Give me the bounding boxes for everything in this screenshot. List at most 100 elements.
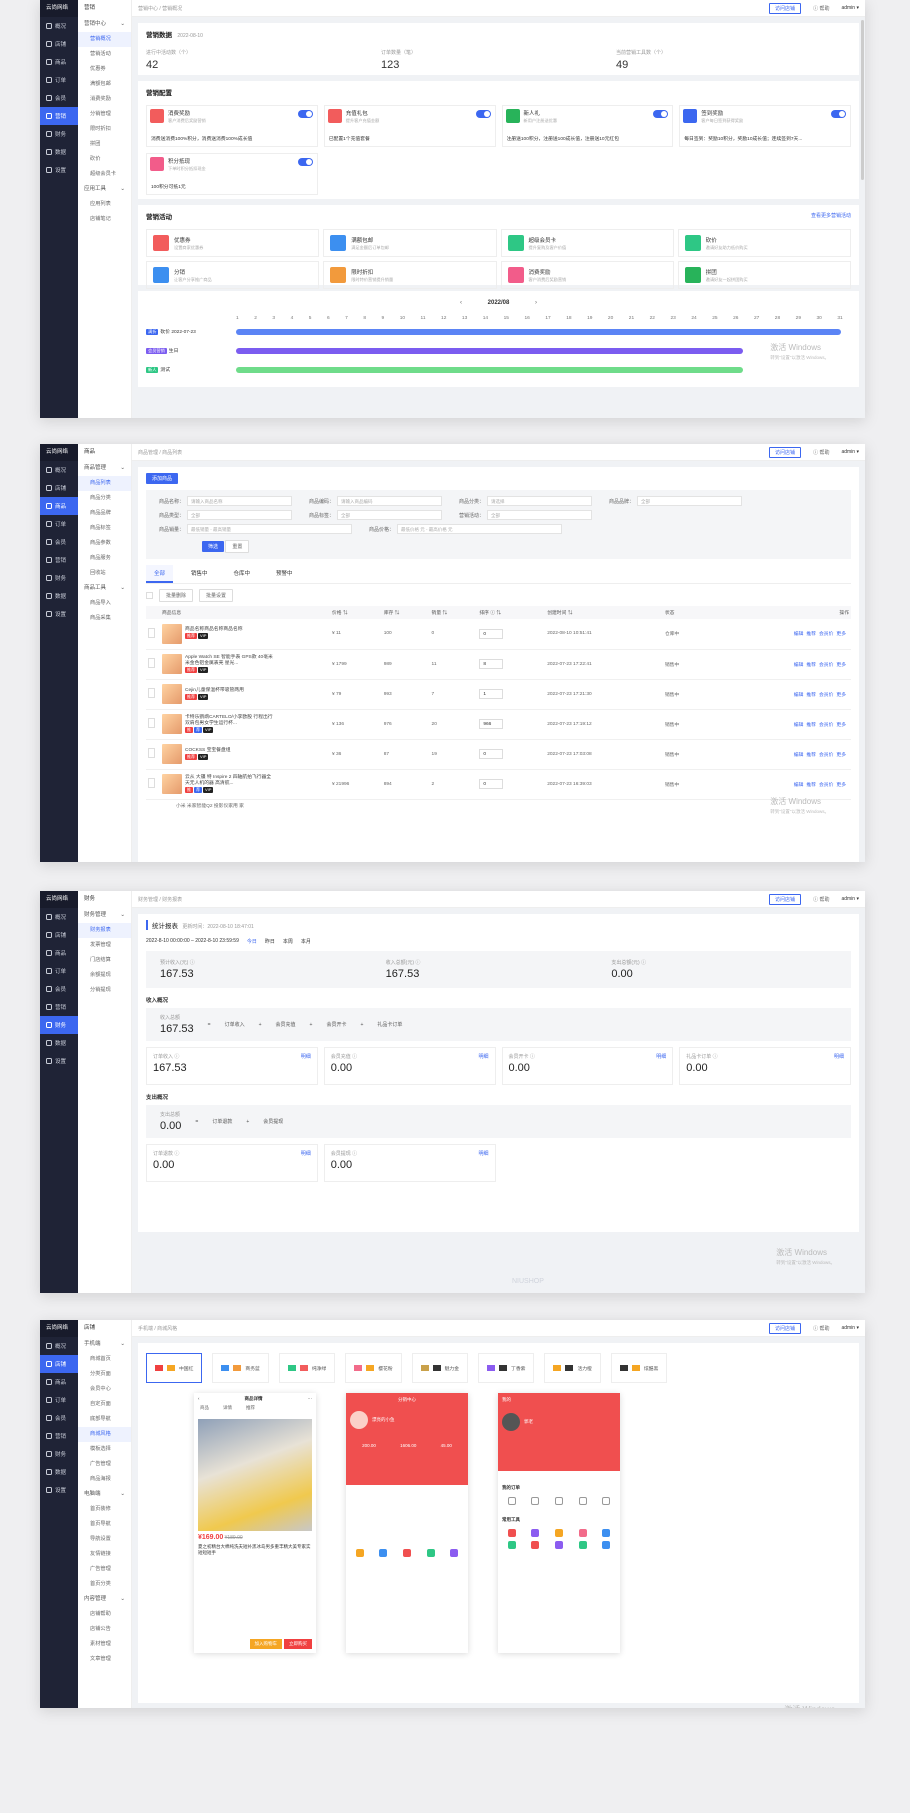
sub-item[interactable]: 商品标签	[78, 521, 131, 536]
admin-menu[interactable]: admin ▾	[841, 449, 859, 455]
row-action-link[interactable]: 推荐	[806, 693, 816, 698]
visit-shop-button[interactable]: 访问店铺	[769, 893, 802, 905]
quick-month[interactable]: 本月	[301, 938, 311, 945]
theme-option[interactable]: 樱花粉	[345, 1353, 402, 1383]
goods-name-text[interactable]: 商品名称商品名称商品名称	[185, 627, 243, 632]
config-card[interactable]: 充值礼包 提升客户充值金额 已配置1个充值套餐	[323, 105, 496, 147]
sub-item[interactable]: 余额提现	[78, 968, 131, 983]
activity-card[interactable]: 限时折扣 限时特价营销提升销量	[323, 261, 497, 289]
theme-option[interactable]: 活力橙	[544, 1353, 601, 1383]
nav-item-overview[interactable]: 概况	[40, 1337, 78, 1355]
sub-item[interactable]: 首页装修	[78, 1502, 131, 1517]
nav-item-overview[interactable]: 概况	[40, 17, 78, 35]
activity-card[interactable]: 分销 让客户分享推广商品	[146, 261, 320, 289]
sub-item[interactable]: 文章管理	[78, 1652, 131, 1667]
detail-link[interactable]: 明细	[301, 1150, 311, 1157]
gantt-bar[interactable]	[236, 348, 744, 354]
activity-card[interactable]: 超级会员卡 提升复购及客户价值	[500, 229, 674, 257]
row-action-link[interactable]: 推荐	[806, 723, 816, 728]
sub-item[interactable]: 商品分类	[78, 491, 131, 506]
sub-group-tools[interactable]: 应用工具 ⌄	[78, 182, 131, 197]
help-link[interactable]: ⓘ 帮助	[813, 5, 829, 12]
config-toggle[interactable]	[297, 110, 313, 118]
visit-shop-button[interactable]: 访问店铺	[769, 2, 802, 14]
activity-card[interactable]: 满额包邮 满足金额后订单包邮	[323, 229, 497, 257]
activity-card[interactable]: 消费奖励 客户消费后奖励营销	[500, 261, 674, 289]
nav-item-members[interactable]: 会员	[40, 533, 78, 551]
sub-group-marketing[interactable]: 营销中心 ⌄	[78, 17, 131, 32]
sub-item[interactable]: 营销概况	[78, 32, 131, 47]
admin-menu[interactable]: admin ▾	[841, 5, 859, 11]
activity-card[interactable]: 拼团 邀请好友一起拼团购买	[677, 261, 851, 289]
nav-item-goods[interactable]: 商品	[40, 944, 78, 962]
type-select[interactable]: 全部	[187, 510, 292, 520]
nav-item-finance[interactable]: 财务	[40, 569, 78, 587]
row-action-link[interactable]: 推荐	[806, 753, 816, 758]
quick-yesterday[interactable]: 昨日	[265, 938, 275, 945]
nav-item-data[interactable]: 数据	[40, 1463, 78, 1481]
sub-item[interactable]: 砍价	[78, 152, 131, 167]
row-action-link[interactable]: 更多	[836, 632, 846, 637]
nav-item-orders[interactable]: 订单	[40, 515, 78, 533]
theme-option[interactable]: 魅力金	[411, 1353, 469, 1383]
scrollbar[interactable]	[861, 20, 864, 180]
nav-item-settings[interactable]: 设置	[40, 605, 78, 623]
nav-item-shop[interactable]: 店铺	[40, 926, 78, 944]
sub-item[interactable]: 商品采集	[78, 611, 131, 626]
config-card[interactable]: 消费奖励 客户消费后奖励营销 消费送消费100%积分，消费送消费100%成长值	[146, 105, 318, 147]
row-checkbox[interactable]	[148, 778, 155, 788]
sub-item[interactable]: 回收站	[78, 566, 131, 581]
sub-item[interactable]: 发票管理	[78, 938, 131, 953]
sub-group-tools[interactable]: 商品工具 ⌄	[78, 581, 131, 596]
sort-input[interactable]: 0	[479, 779, 504, 789]
col-sort[interactable]: 排序 ⓘ ⇅	[477, 606, 546, 619]
admin-menu[interactable]: admin ▾	[841, 1325, 859, 1331]
config-toggle[interactable]	[475, 110, 491, 118]
price-range-input[interactable]: 最低价格 元 - 最高价格 元	[397, 524, 562, 534]
add-goods-button[interactable]: 添加商品	[146, 473, 179, 484]
row-action-link[interactable]: 更多	[836, 723, 846, 728]
goods-code-input[interactable]: 请输入商品编码	[337, 496, 442, 506]
category-select[interactable]: 请选择	[487, 496, 592, 506]
row-action-link[interactable]: 推荐	[806, 663, 816, 668]
sub-item[interactable]: 素材管理	[78, 1637, 131, 1652]
config-toggle[interactable]	[297, 158, 313, 166]
sub-item[interactable]: 消费奖励	[78, 92, 131, 107]
sub-item[interactable]: 商城风格	[78, 1427, 131, 1442]
nav-item-marketing[interactable]: 营销	[40, 998, 78, 1016]
row-checkbox[interactable]	[148, 748, 155, 758]
nav-item-data[interactable]: 数据	[40, 1034, 78, 1052]
help-link[interactable]: ⓘ 帮助	[813, 896, 829, 903]
nav-item-goods[interactable]: 商品	[40, 497, 78, 515]
nav-item-marketing[interactable]: 营销	[40, 107, 78, 125]
nav-item-overview[interactable]: 概况	[40, 908, 78, 926]
select-all-checkbox[interactable]	[146, 592, 153, 599]
nav-item-shop[interactable]: 店铺	[40, 479, 78, 497]
activity-card[interactable]: 砍价 邀请好友助力低价购买	[677, 229, 851, 257]
sub-item[interactable]: 商品导入	[78, 596, 131, 611]
row-action-link[interactable]: 会员价	[819, 693, 833, 698]
goods-name-text[interactable]: Apple Watch SE 智能手表 GPS款 40毫米米金色铝金属表壳 星光…	[185, 655, 273, 666]
sub-item[interactable]: 拼团	[78, 137, 131, 152]
row-action-link[interactable]: 会员价	[819, 783, 833, 788]
detail-link[interactable]: 明细	[301, 1053, 311, 1060]
filter-button[interactable]: 筛选	[202, 541, 225, 552]
help-link[interactable]: ⓘ 帮助	[813, 1325, 829, 1332]
sub-item[interactable]: 优惠券	[78, 62, 131, 77]
col-price[interactable]: 价格 ⇅	[330, 606, 382, 619]
detail-link[interactable]: 明细	[834, 1053, 844, 1060]
goods-name-text[interactable]: Cejin儿童保温杯带吸管两用	[185, 688, 244, 693]
sub-item[interactable]: 营销活动	[78, 47, 131, 62]
sort-input[interactable]: 966	[479, 719, 504, 729]
row-action-link[interactable]: 更多	[836, 663, 846, 668]
bulk-set-button[interactable]: 批量设置	[199, 589, 234, 602]
next-month-button[interactable]: ›	[535, 300, 537, 306]
col-sales[interactable]: 销量 ⇅	[429, 606, 478, 619]
more-activities-link[interactable]: 查看更多营销活动	[811, 212, 851, 219]
sub-item[interactable]: 导航设置	[78, 1532, 131, 1547]
nav-item-members[interactable]: 会员	[40, 980, 78, 998]
header-checkbox[interactable]	[146, 606, 160, 619]
nav-item-settings[interactable]: 设置	[40, 161, 78, 179]
goods-name-text[interactable]: COCKSS 宝宝餐盘组	[185, 748, 231, 753]
nav-item-shop[interactable]: 店铺	[40, 35, 78, 53]
